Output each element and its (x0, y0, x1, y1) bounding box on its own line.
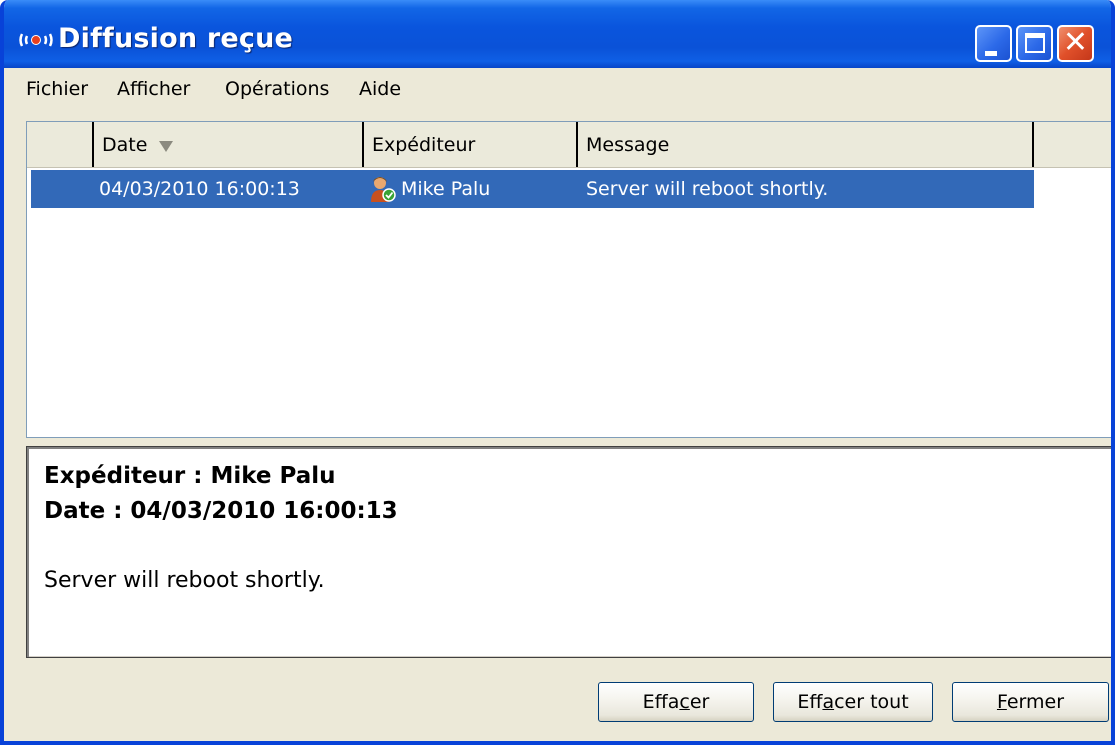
clear-button[interactable]: Effacer (598, 682, 754, 722)
menu-fichier[interactable]: Fichier (26, 78, 88, 100)
clear-all-button-accel: a (822, 691, 835, 713)
column-header-sender[interactable]: Expéditeur (364, 122, 578, 167)
clear-button-accel: c (679, 691, 690, 713)
broadcast-window: Diffusion reçue ✕ Fichier Afficher Opéra… (0, 0, 1115, 745)
table-row[interactable]: 04/03/2010 16:00:13 Mike Palu Server wil… (31, 170, 1034, 208)
column-header-message[interactable]: Message (578, 122, 1034, 167)
column-header-date-label: Date (102, 134, 148, 156)
close-dialog-button-label-b: ermer (1006, 691, 1065, 713)
clear-button-label-b: er (689, 691, 710, 713)
minimize-icon (985, 51, 997, 56)
minimize-button[interactable] (975, 25, 1012, 62)
menu-afficher[interactable]: Afficher (117, 78, 190, 100)
column-header-blank[interactable] (27, 122, 94, 167)
close-button[interactable]: ✕ (1057, 25, 1094, 62)
clear-all-button-label-a: Eff (797, 691, 823, 713)
column-header-sender-label: Expéditeur (372, 134, 476, 156)
list-header: Date Expéditeur Message (27, 122, 1111, 168)
clear-all-button[interactable]: Effacer tout (773, 682, 933, 722)
detail-date: Date : 04/03/2010 16:00:13 (44, 498, 398, 524)
maximize-icon (1025, 33, 1045, 53)
user-online-icon (371, 177, 396, 202)
row-sender: Mike Palu (401, 178, 491, 200)
title-bar[interactable]: Diffusion reçue ✕ (4, 0, 1111, 68)
row-date: 04/03/2010 16:00:13 (99, 178, 300, 200)
column-header-date[interactable]: Date (94, 122, 364, 167)
close-icon: ✕ (1062, 25, 1089, 60)
broadcast-icon (19, 33, 53, 47)
close-dialog-button-accel: F (996, 691, 1007, 713)
menu-aide[interactable]: Aide (359, 78, 401, 100)
row-message: Server will reboot shortly. (586, 178, 829, 200)
message-list[interactable]: Date Expéditeur Message 04/03/2010 16:00… (26, 121, 1111, 438)
detail-sender: Expéditeur : Mike Palu (44, 463, 336, 489)
menu-bar: Fichier Afficher Opérations Aide (4, 68, 1111, 110)
menu-operations[interactable]: Opérations (225, 78, 329, 100)
close-dialog-button[interactable]: Fermer (952, 682, 1109, 722)
detail-body: Server will reboot shortly. (44, 568, 325, 593)
maximize-button[interactable] (1016, 25, 1053, 62)
message-detail[interactable]: Expéditeur : Mike Palu Date : 04/03/2010… (26, 446, 1111, 658)
window-title: Diffusion reçue (58, 23, 294, 54)
clear-button-label-a: Effa (642, 691, 680, 713)
sort-descending-icon (159, 141, 173, 152)
clear-all-button-label-b: cer tout (834, 691, 909, 713)
column-header-message-label: Message (586, 134, 670, 156)
